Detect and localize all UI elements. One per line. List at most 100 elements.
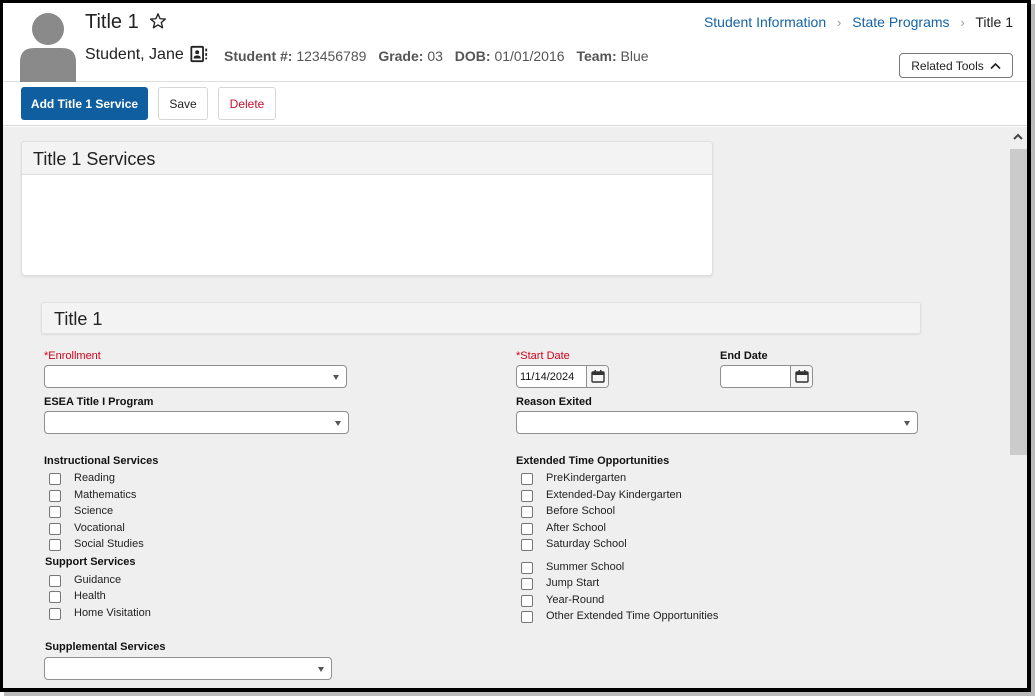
app-window: Title 1 Student, Jane Student #: 1234567… <box>0 0 1031 692</box>
checkbox-box[interactable] <box>521 562 533 574</box>
services-panel-title: Title 1 Services <box>22 142 712 175</box>
checkbox-box[interactable] <box>521 523 533 535</box>
checkbox-jump-start[interactable]: Jump Start <box>521 575 599 590</box>
checkbox-social-studies[interactable]: Social Studies <box>49 536 144 551</box>
checkbox-box[interactable] <box>521 578 533 590</box>
dob-value: 01/01/2016 <box>494 48 565 64</box>
dropdown-arrow-icon <box>335 421 341 426</box>
checkbox-label: Summer School <box>546 560 625 573</box>
checkbox-box[interactable] <box>521 490 533 502</box>
calendar-icon[interactable] <box>790 366 812 387</box>
checkbox-science[interactable]: Science <box>49 503 113 518</box>
checkbox-box[interactable] <box>521 473 533 485</box>
scroll-up-icon[interactable] <box>1012 131 1024 143</box>
team-label: Team: <box>576 48 617 64</box>
checkbox-health[interactable]: Health <box>49 588 106 603</box>
student-header: Title 1 Student, Jane Student #: 1234567… <box>3 3 1027 82</box>
chevron-up-icon <box>990 62 1001 69</box>
add-title1-service-button[interactable]: Add Title 1 Service <box>21 87 148 120</box>
star-icon[interactable] <box>149 12 167 30</box>
checkbox-box[interactable] <box>521 611 533 623</box>
dropdown-arrow-icon <box>904 421 910 426</box>
reason-exited-label: Reason Exited <box>516 396 592 408</box>
esea-program-label: ESEA Title I Program <box>44 396 154 408</box>
checkbox-label: Reading <box>74 471 115 484</box>
delete-button[interactable]: Delete <box>218 87 276 120</box>
checkbox-label: Mathematics <box>74 488 137 501</box>
checkbox-summer-school[interactable]: Summer School <box>521 559 624 574</box>
calendar-icon[interactable] <box>586 366 608 387</box>
start-date-value[interactable]: 11/14/2024 <box>517 366 586 387</box>
related-tools-label: Related Tools <box>911 58 984 73</box>
checkbox-label: Guidance <box>74 573 122 586</box>
checkbox-extended-day-kindergarten[interactable]: Extended-Day Kindergarten <box>521 487 682 502</box>
checkbox-box[interactable] <box>49 591 61 603</box>
checkbox-label: After School <box>546 521 606 534</box>
checkbox-other-extended-time[interactable]: Other Extended Time Opportunities <box>521 608 718 623</box>
checkbox-box[interactable] <box>49 539 61 551</box>
checkbox-year-round[interactable]: Year-Round <box>521 592 604 607</box>
checkbox-prekindergarten[interactable]: PreKindergarten <box>521 470 626 485</box>
checkbox-label: Vocational <box>74 521 125 534</box>
save-button[interactable]: Save <box>158 87 208 120</box>
checkbox-box[interactable] <box>49 575 61 587</box>
related-tools-button[interactable]: Related Tools <box>899 53 1013 78</box>
breadcrumb-separator: › <box>837 15 842 30</box>
end-date-label: End Date <box>720 350 768 362</box>
checkbox-label: Extended-Day Kindergarten <box>546 488 682 501</box>
esea-program-select[interactable] <box>44 411 349 434</box>
start-date-field[interactable]: 11/14/2024 <box>516 365 609 388</box>
vertical-scrollbar[interactable] <box>1010 127 1027 688</box>
checkbox-saturday-school[interactable]: Saturday School <box>521 536 627 551</box>
student-meta: Student #: 123456789 Grade: 03 DOB: 01/0… <box>224 48 657 64</box>
checkbox-box[interactable] <box>521 506 533 518</box>
checkbox-guidance[interactable]: Guidance <box>49 572 121 587</box>
action-toolbar: Add Title 1 Service Save Delete <box>3 82 1027 126</box>
checkbox-box[interactable] <box>49 506 61 518</box>
student-number-value: 123456789 <box>296 48 367 64</box>
start-date-label: *Start Date <box>516 350 570 362</box>
support-services-title: Support Services <box>45 556 136 568</box>
checkbox-box[interactable] <box>521 539 533 551</box>
checkbox-label: Jump Start <box>546 576 600 589</box>
checkbox-label: PreKindergarten <box>546 471 627 484</box>
title1-section-header: Title 1 <box>41 302 921 334</box>
checkbox-label: Home Visitation <box>74 606 151 619</box>
instructional-services-title: Instructional Services <box>44 455 159 467</box>
grade-label: Grade: <box>378 48 424 64</box>
checkbox-box[interactable] <box>49 473 61 485</box>
reason-exited-select[interactable] <box>516 411 918 434</box>
checkbox-label: Other Extended Time Opportunities <box>546 609 719 622</box>
end-date-value[interactable] <box>721 366 790 387</box>
checkbox-label: Social Studies <box>74 537 144 550</box>
checkbox-label: Science <box>74 504 114 517</box>
checkbox-box[interactable] <box>49 490 61 502</box>
dob-label: DOB: <box>454 48 491 64</box>
breadcrumb-state-programs[interactable]: State Programs <box>852 14 949 30</box>
dropdown-arrow-icon <box>333 375 339 380</box>
checkbox-box[interactable] <box>521 595 533 607</box>
checkbox-reading[interactable]: Reading <box>49 470 115 485</box>
end-date-field[interactable] <box>720 365 813 388</box>
contact-card-icon[interactable] <box>190 45 208 63</box>
checkbox-label: Before School <box>546 504 616 517</box>
checkbox-label: Saturday School <box>546 537 627 550</box>
checkbox-box[interactable] <box>49 523 61 535</box>
team-value: Blue <box>620 48 649 64</box>
checkbox-vocational[interactable]: Vocational <box>49 520 125 535</box>
supplemental-services-select[interactable] <box>44 657 332 680</box>
dropdown-arrow-icon <box>318 667 324 672</box>
checkbox-after-school[interactable]: After School <box>521 520 606 535</box>
breadcrumb-separator: › <box>960 15 965 30</box>
breadcrumb-current: Title 1 <box>975 14 1013 30</box>
checkbox-before-school[interactable]: Before School <box>521 503 615 518</box>
content-area: Title 1 Services Title 1 *Enrollment *St… <box>3 127 1027 688</box>
breadcrumb-student-information[interactable]: Student Information <box>704 14 826 30</box>
scrollbar-thumb[interactable] <box>1010 149 1027 455</box>
student-name: Student, Jane <box>85 46 184 63</box>
checkbox-box[interactable] <box>49 608 61 620</box>
enrollment-label: *Enrollment <box>44 350 101 362</box>
enrollment-select[interactable] <box>44 365 347 388</box>
checkbox-mathematics[interactable]: Mathematics <box>49 487 136 502</box>
checkbox-home-visitation[interactable]: Home Visitation <box>49 605 151 620</box>
